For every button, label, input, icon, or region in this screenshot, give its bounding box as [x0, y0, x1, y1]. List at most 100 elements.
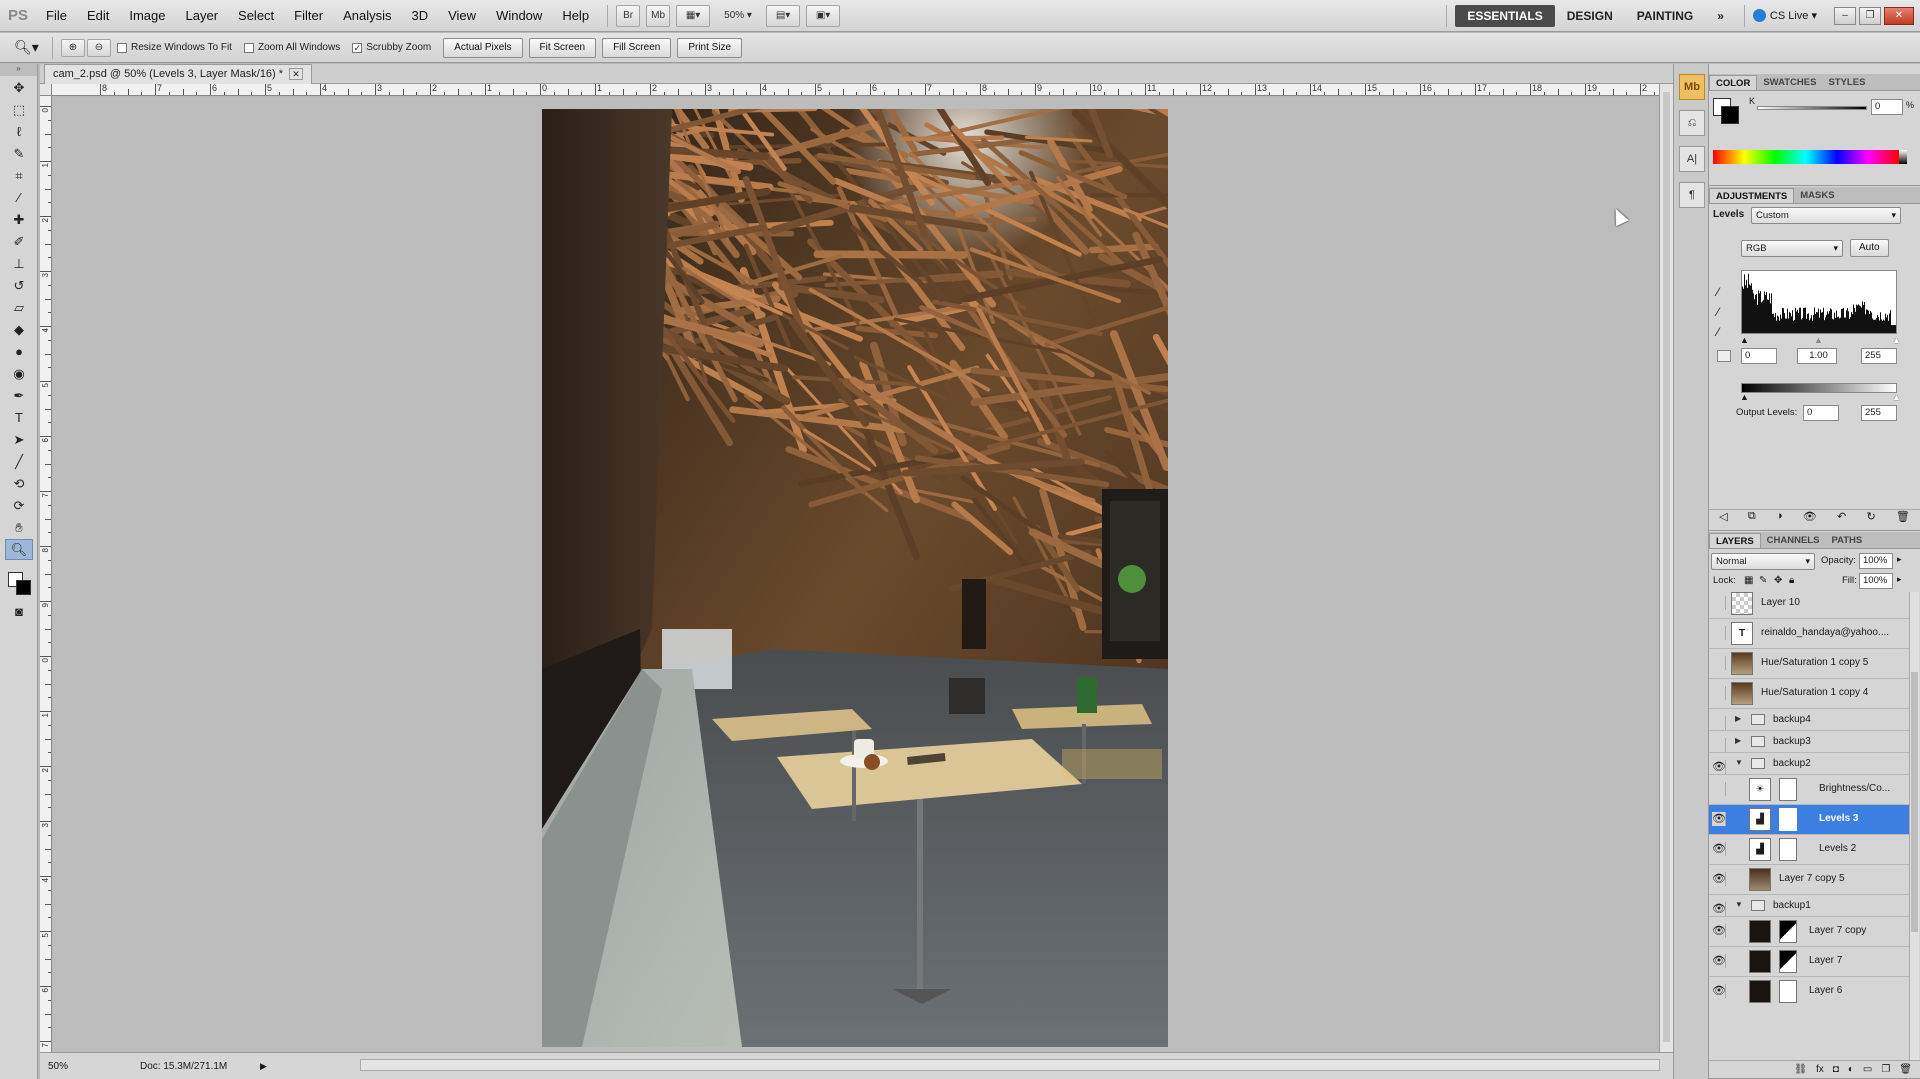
k-value-field[interactable]: 0: [1871, 99, 1903, 115]
hand-tool-icon[interactable]: ✋︎: [5, 517, 33, 538]
lasso-tool-icon[interactable]: ℓ: [5, 121, 33, 142]
workspace-design[interactable]: DESIGN: [1555, 5, 1625, 27]
eye-icon[interactable]: 👁︎: [1712, 842, 1726, 856]
bridge-button[interactable]: Br: [616, 4, 641, 27]
fill-screen-button[interactable]: Fill Screen: [602, 37, 672, 58]
menu-edit[interactable]: Edit: [77, 0, 119, 32]
layer-row[interactable]: ☀ Brightness/Co...: [1709, 774, 1909, 804]
eraser-tool-icon[interactable]: ▱: [5, 297, 33, 318]
fit-screen-button[interactable]: Fit Screen: [528, 37, 597, 58]
history-brush-tool-icon[interactable]: ↺: [5, 275, 33, 296]
status-menu-arrow-icon[interactable]: ▶: [260, 1061, 267, 1072]
output-black-field[interactable]: 0: [1803, 405, 1839, 421]
color-swatches-icon[interactable]: [0, 566, 37, 600]
channel-dropdown[interactable]: RGB: [1741, 240, 1843, 257]
new-adjustment-icon[interactable]: ◐: [1848, 1061, 1854, 1078]
layer-row[interactable]: 👁︎ ▟ Levels 2: [1709, 834, 1909, 864]
eyedropper-tool-icon[interactable]: ⁄: [5, 187, 33, 208]
layer-row[interactable]: T reinaldo_handaya@yahoo....: [1709, 618, 1909, 648]
layer-mask-thumbnail[interactable]: [1779, 808, 1797, 831]
document-size-info[interactable]: Doc: 15.3M/271.1M: [80, 1061, 260, 1072]
output-gradient[interactable]: [1741, 383, 1897, 393]
layer-group-row[interactable]: ▶ backup3: [1709, 730, 1909, 752]
layer-row[interactable]: 👁︎ Layer 7 copy: [1709, 916, 1909, 946]
quick-selection-tool-icon[interactable]: ✎: [5, 143, 33, 164]
tab-color[interactable]: COLOR: [1709, 75, 1758, 90]
black-point-eyedropper-icon[interactable]: ⁄: [1717, 285, 1719, 299]
print-size-button[interactable]: Print Size: [677, 37, 743, 58]
zoom-tool-icon[interactable]: 🔍︎: [5, 539, 33, 560]
tab-swatches[interactable]: SWATCHES: [1757, 75, 1822, 90]
close-tab-icon[interactable]: ✕: [289, 68, 303, 80]
white-point-eyedropper-icon[interactable]: ⁄: [1717, 325, 1719, 339]
visibility-toggle[interactable]: [1712, 716, 1726, 730]
layer-group-row[interactable]: 👁︎ ▼ backup2: [1709, 752, 1909, 774]
input-black-field[interactable]: 0: [1741, 348, 1777, 364]
menu-help[interactable]: Help: [552, 0, 599, 32]
link-layers-icon[interactable]: ⛓: [1794, 1061, 1807, 1078]
k-slider[interactable]: [1757, 106, 1867, 110]
black-white-ramp[interactable]: [1899, 150, 1907, 164]
layers-scrollbar[interactable]: [1909, 592, 1919, 1060]
quick-mask-icon[interactable]: ◙: [5, 601, 33, 622]
lock-position-icon[interactable]: ✥: [1774, 575, 1782, 586]
background-color-chip[interactable]: [1721, 106, 1739, 124]
tab-adjustments[interactable]: ADJUSTMENTS: [1709, 188, 1795, 203]
layer-mask-thumbnail[interactable]: [1779, 980, 1797, 1003]
layer-row[interactable]: 👁︎ Layer 7: [1709, 946, 1909, 976]
3d-rotate-tool-icon[interactable]: ⟲: [5, 473, 33, 494]
eye-icon[interactable]: 👁︎: [1712, 760, 1726, 774]
view-extras-button[interactable]: ▦▾: [676, 4, 711, 27]
eye-icon[interactable]: 👁︎: [1712, 954, 1726, 968]
input-white-field[interactable]: 255: [1861, 348, 1897, 364]
blend-mode-dropdown[interactable]: Normal: [1711, 553, 1815, 570]
zoom-tool-icon[interactable]: 🔍︎▾: [14, 39, 44, 56]
document-image[interactable]: [542, 109, 1168, 1047]
eye-icon[interactable]: 👁︎: [1712, 924, 1726, 938]
layer-mask-thumbnail[interactable]: [1779, 950, 1797, 973]
background-color-swatch[interactable]: [16, 580, 31, 595]
visibility-toggle[interactable]: [1712, 686, 1726, 700]
menu-filter[interactable]: Filter: [284, 0, 333, 32]
zoom-all-windows-checkbox[interactable]: Zoom All Windows: [243, 42, 340, 53]
view-mode-icon[interactable]: ⧉: [1748, 510, 1756, 529]
horizontal-scrollbar[interactable]: [360, 1059, 1660, 1071]
input-white-slider-icon[interactable]: ▲: [1892, 335, 1901, 345]
visibility-toggle[interactable]: [1712, 782, 1726, 796]
resize-windows-checkbox[interactable]: Resize Windows To Fit: [117, 42, 232, 53]
back-arrow-icon[interactable]: ◁: [1719, 510, 1727, 529]
color-spectrum-bar[interactable]: [1713, 150, 1899, 164]
opacity-field[interactable]: 100%: [1859, 553, 1893, 569]
visibility-icon[interactable]: 👁︎: [1803, 510, 1817, 529]
tab-masks[interactable]: MASKS: [1794, 188, 1840, 203]
menu-select[interactable]: Select: [228, 0, 284, 32]
output-black-slider-icon[interactable]: ▲: [1740, 392, 1749, 402]
layer-mask-thumbnail[interactable]: [1779, 920, 1797, 943]
arrange-documents-button[interactable]: ▤▾: [766, 4, 801, 27]
gray-point-eyedropper-icon[interactable]: ⁄: [1717, 305, 1719, 319]
vertical-scrollbar[interactable]: [1659, 84, 1673, 1052]
opacity-arrow-icon[interactable]: ▸: [1897, 554, 1902, 565]
collapse-group-icon[interactable]: ▼: [1735, 900, 1743, 909]
document-tab[interactable]: cam_2.psd @ 50% (Levels 3, Layer Mask/16…: [44, 64, 312, 84]
menu-view[interactable]: View: [438, 0, 486, 32]
lock-all-icon[interactable]: 🔒︎: [1789, 575, 1794, 586]
tab-layers[interactable]: LAYERS: [1709, 533, 1761, 548]
lock-transparency-icon[interactable]: ▦: [1744, 575, 1753, 586]
path-selection-tool-icon[interactable]: ➤: [5, 429, 33, 450]
fill-field[interactable]: 100%: [1859, 573, 1893, 589]
minimize-button[interactable]: –: [1834, 6, 1856, 25]
layer-mask-thumbnail[interactable]: [1779, 778, 1797, 801]
output-white-field[interactable]: 255: [1861, 405, 1897, 421]
visibility-toggle[interactable]: [1712, 738, 1726, 752]
trash-icon[interactable]: 🗑︎: [1896, 510, 1910, 529]
paragraph-panel-icon[interactable]: ¶: [1679, 182, 1705, 208]
reset-icon[interactable]: ↻: [1866, 510, 1875, 529]
expand-group-icon[interactable]: ▶: [1735, 736, 1741, 745]
crop-tool-icon[interactable]: ⌗: [5, 165, 33, 186]
add-mask-icon[interactable]: ◘: [1833, 1061, 1839, 1078]
zoom-in-icon[interactable]: ⊕: [61, 38, 85, 57]
collapse-group-icon[interactable]: ▼: [1735, 758, 1743, 767]
menu-image[interactable]: Image: [119, 0, 175, 32]
clip-layer-icon[interactable]: ◑: [1776, 510, 1783, 529]
